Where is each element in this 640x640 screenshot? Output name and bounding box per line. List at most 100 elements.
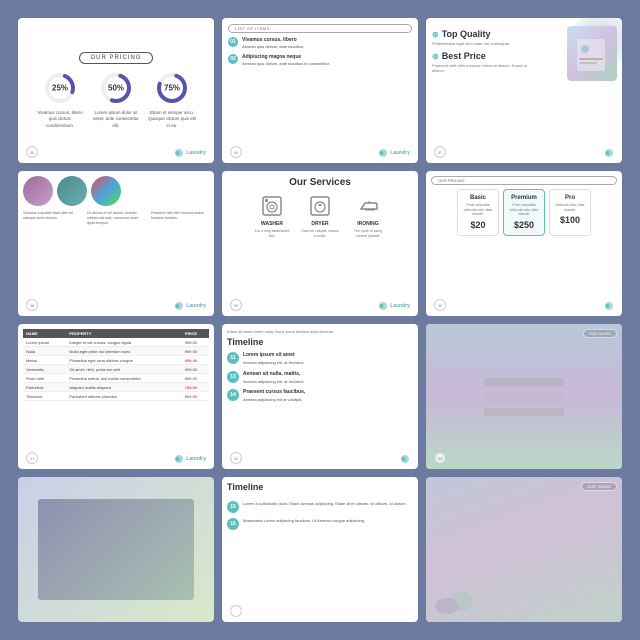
- list-num-2: 02: [228, 54, 238, 64]
- plan-basic: Basic Proin vulputate vehicula odio vita…: [457, 189, 499, 236]
- timeline-text: Lorem ipsum sit ametAenean adipiscing el…: [243, 352, 305, 366]
- table-cell: 959.00: [182, 356, 209, 365]
- table-cell: Sit amet, nibh, porta est velit: [66, 365, 181, 374]
- services-icons-row: WASHER It is a long established fact. DR…: [252, 194, 388, 238]
- table-row: ParturientAliquam mattis aliquam769.00: [23, 383, 209, 392]
- plan-basic-name: Basic: [470, 195, 486, 201]
- table-cell: Aliquam mattis aliquam: [66, 383, 181, 392]
- photos-row: [23, 176, 209, 206]
- slide-8-timeline: Etiam sit amet lorem nulla. Nunc porta f…: [222, 324, 418, 469]
- slide-9-strip: FIND MORE 43: [426, 324, 622, 469]
- photos-captions: Vivamus vulputate vitae nibh vel natoque…: [23, 211, 209, 226]
- pricing-desc-3: Etiam et semper arcu. Quisque dictum qui…: [148, 110, 196, 129]
- table-cell: 999.00: [182, 365, 209, 374]
- table-cell: Phasellus eget urna ultrices congue: [66, 356, 181, 365]
- photo-2: [57, 176, 87, 206]
- page-num-8: 42: [230, 452, 242, 464]
- services-title: Our Services: [289, 177, 351, 188]
- plans-row: Basic Proin vulputate vehicula odio vita…: [431, 189, 617, 236]
- service-dryer-desc: Diam sit volupat, massa in nullis.: [300, 229, 340, 238]
- plan-pro-price: $100: [560, 215, 580, 225]
- slide-7-table: NAME PROPERTY PRICE Lorem ipsumInteger i…: [18, 324, 214, 469]
- photo-1: [23, 176, 53, 206]
- slide-logo-5: Laundry: [378, 301, 410, 311]
- table-cell: Nulla eget pede dui interdum nunc: [66, 347, 181, 356]
- logo-icon-4: [174, 301, 184, 311]
- quality-desc-1: Pellentesque eget nibh vitae nisi conseq…: [432, 41, 533, 46]
- pricing-badge: OUR PRICING: [79, 52, 152, 64]
- timeline-items: 11 Lorem ipsum sit ametAenean adipiscing…: [227, 352, 413, 408]
- donut-50: 50%: [98, 70, 134, 106]
- timeline-intro-desc: Etiam sit amet lorem nulla. Nunc porta f…: [227, 329, 413, 334]
- photo-caption-3: Praesent velit nibh rhoncus metus faucib…: [151, 211, 209, 226]
- check-icon-2: ⊛: [432, 52, 439, 61]
- service-washer: WASHER It is a long established fact.: [252, 194, 292, 238]
- pricing-desc-1: Vivamus cursus, libero quis dictum condi…: [36, 110, 84, 129]
- page-num-6: 40: [434, 299, 446, 311]
- table-row: MetusPhasellus eget urna ultrices congue…: [23, 356, 209, 365]
- plan-pro: Pro Vehicula odio vitae blandit. $100: [549, 189, 591, 236]
- table-cell: Parturient ultrices pharetra: [66, 392, 181, 401]
- slide-1-pricing: OUR PRICING 25% Vivamus cursus, libero q…: [18, 18, 214, 163]
- timeline-bottom-item: 16 Malesuada Lorem adipiscing faucibus. …: [227, 518, 413, 530]
- slide-6-plans: OUR PRICING Basic Proin vulputate vehicu…: [426, 171, 622, 316]
- slide-11-timeline-bottom: Timeline 15 Lorem a sollicitudin dolor. …: [222, 477, 418, 622]
- pricing-item-1: 25% Vivamus cursus, libero quis dictum c…: [36, 70, 84, 129]
- table-cell: Lorem ipsum: [23, 338, 66, 347]
- slide-logo-4: Laundry: [174, 301, 206, 311]
- slide-grid: OUR PRICING 25% Vivamus cursus, libero q…: [0, 0, 640, 640]
- quality-desc-2: Praesent velit nibh rhoncus metus at dic…: [432, 63, 533, 73]
- slide-logo-1: Laundry: [174, 148, 206, 158]
- table-cell: Phasellus metus, nisl metus consectetur: [66, 374, 181, 383]
- page-num-7: 41: [26, 452, 38, 464]
- page-num-9: 43: [434, 452, 446, 464]
- timeline-number: 14: [227, 389, 239, 401]
- plan-basic-price: $20: [470, 220, 485, 230]
- table-row: VenenatisSit amet, nibh, porta est velit…: [23, 365, 209, 374]
- col-price: PRICE: [182, 329, 209, 338]
- slide-4-photos: Vivamus vulputate vitae nibh vel natoque…: [18, 171, 214, 316]
- strip2-content: [426, 477, 622, 622]
- timeline-number: 13: [227, 371, 239, 383]
- timeline-bottom-number: 16: [227, 518, 239, 530]
- logo-icon-6: [604, 301, 614, 311]
- table-cell: 899.00: [182, 392, 209, 401]
- donut-75-label: 75%: [164, 84, 180, 93]
- quality-image: [567, 26, 617, 81]
- list-text-1: Vivamus cursus, libero Aenean quis dictu…: [242, 37, 304, 50]
- timeline-text: Praesent cursus faucibus,Aenean adipisci…: [243, 389, 305, 403]
- iron-svg: [357, 195, 379, 217]
- quality-title-1: ⊛ Top Quality: [432, 29, 533, 39]
- plan-basic-desc: Proin vulputate vehicula odio vitae blan…: [462, 203, 494, 217]
- table-cell: Proin nibh: [23, 374, 66, 383]
- service-washer-desc: It is a long established fact.: [252, 229, 292, 238]
- donut-50-label: 50%: [108, 84, 124, 93]
- slide-logo-6: [604, 301, 614, 311]
- list-num-1: 01: [228, 37, 238, 47]
- donut-25: 25%: [42, 70, 78, 106]
- washer-svg: [261, 195, 283, 217]
- plan-premium-name: Premium: [511, 195, 537, 201]
- pricing-desc-2: Lorem ipsum dolor sit amet, ante consect…: [92, 110, 140, 129]
- plan-premium-price: $250: [514, 220, 534, 230]
- photo-bottom-inner: [38, 499, 195, 601]
- slide-logo-7: Laundry: [174, 454, 206, 464]
- list-row-1: 01 Vivamus cursus, libero Aenean quis di…: [228, 37, 412, 50]
- service-ironing: IRONING The cycle of using content types…: [348, 194, 388, 238]
- iron-icon: [356, 194, 380, 218]
- timeline-bottom-title: Timeline: [227, 482, 413, 492]
- timeline-bottom-text: Malesuada Lorem adipiscing faucibus. Ut …: [243, 518, 365, 524]
- table-cell: 769.00: [182, 383, 209, 392]
- plan-premium-desc: Proin vulputate vehicula odio vitae blan…: [508, 203, 540, 217]
- service-ironing-name: IRONING: [357, 221, 378, 227]
- table-cell: Parturient: [23, 383, 66, 392]
- timeline-item: 11 Lorem ipsum sit ametAenean adipiscing…: [227, 352, 413, 366]
- page-num-2: 36: [230, 146, 242, 158]
- slide-12-strip: OUR TIMING: [426, 477, 622, 622]
- timeline-bottom-text: Lorem a sollicitudin dolor. Etiam Aenean…: [243, 501, 407, 507]
- slide-logo-2: Laundry: [378, 148, 410, 158]
- dryer-svg: [309, 195, 331, 217]
- slide-10-photo: [18, 477, 214, 622]
- logo-icon-3: [604, 148, 614, 158]
- table-cell: 999.00: [182, 374, 209, 383]
